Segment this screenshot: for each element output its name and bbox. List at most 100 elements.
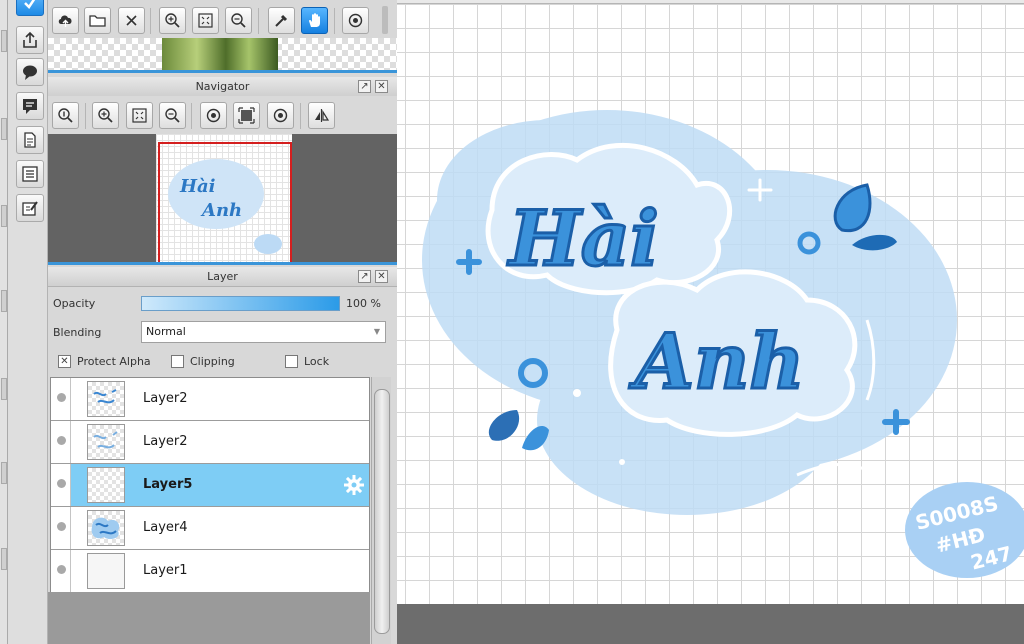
artwork-line1: Hài	[507, 194, 659, 283]
flip-button[interactable]	[308, 102, 335, 129]
layer-row-selected[interactable]: Layer5	[51, 464, 369, 507]
layer-name: Layer5	[143, 477, 193, 492]
panel-divider	[48, 70, 397, 73]
rotate-left-button[interactable]	[200, 102, 227, 129]
eye-icon	[57, 479, 66, 488]
tool-strip-handle[interactable]	[1, 30, 7, 52]
blending-select[interactable]: Normal ▼	[141, 321, 386, 343]
blending-value: Normal	[146, 325, 186, 338]
layer-panel-title: Layer	[207, 270, 238, 283]
upload-button[interactable]	[52, 7, 79, 34]
zoom-out-icon	[231, 13, 246, 28]
layer-thumbnail-art	[93, 431, 118, 449]
brush-select-button[interactable]	[16, 0, 44, 16]
edit-board-icon	[22, 201, 38, 216]
visibility-toggle[interactable]	[51, 507, 71, 549]
layer-row[interactable]: Layer1	[51, 550, 369, 593]
drawing-canvas[interactable]: Hài Anh S0008S #HĐ 247	[397, 0, 1024, 604]
eye-icon	[57, 565, 66, 574]
zoom-actual-icon	[58, 108, 73, 123]
layer-row[interactable]: Layer2	[51, 378, 369, 421]
tool-strip-handle[interactable]	[1, 290, 7, 312]
list-button[interactable]	[16, 160, 44, 188]
layer-thumbnail	[87, 381, 125, 417]
rotate-right-icon	[273, 108, 288, 123]
close-panel-icon[interactable]: ✕	[375, 80, 388, 93]
tool-strip-handle[interactable]	[1, 205, 7, 227]
command-bar	[8, 0, 48, 644]
toolbar-separator	[258, 8, 259, 34]
zoom-actual-button[interactable]	[52, 102, 79, 129]
detach-panel-icon[interactable]: ↗	[358, 270, 371, 283]
zoom-in-icon	[165, 13, 180, 28]
gear-icon[interactable]	[343, 474, 365, 496]
panel-divider	[48, 262, 397, 265]
lock-label: Lock	[304, 355, 330, 368]
tool-strip-handle[interactable]	[1, 118, 7, 140]
edit-board-button[interactable]	[16, 194, 44, 222]
toolbar-separator	[150, 8, 151, 34]
open-folder-button[interactable]	[84, 7, 111, 34]
tool-strip-handle[interactable]	[1, 462, 7, 484]
layer-name: Layer4	[143, 520, 188, 535]
navigator-title: Navigator	[195, 80, 250, 93]
close-panel-icon[interactable]: ✕	[375, 270, 388, 283]
toolbar-separator	[334, 8, 335, 34]
toolbar-separator	[191, 103, 192, 129]
layer-scrollbar[interactable]	[371, 377, 391, 644]
opacity-slider[interactable]	[141, 296, 340, 311]
zoom-out-icon	[165, 108, 180, 123]
opacity-label: Opacity	[53, 297, 96, 310]
nav-zoom-in-button[interactable]	[92, 102, 119, 129]
navigator-view-frame[interactable]	[158, 142, 292, 262]
eyedropper-button[interactable]	[268, 7, 295, 34]
fit-screen-button[interactable]	[192, 7, 219, 34]
navigator-preview[interactable]: Hài Anh	[48, 134, 397, 262]
fit-screen-icon	[132, 108, 147, 123]
close-button[interactable]	[118, 7, 145, 34]
layer-row[interactable]: Layer4	[51, 507, 369, 550]
lock-checkbox[interactable]	[285, 355, 298, 368]
rotate-right-button[interactable]	[267, 102, 294, 129]
document-button[interactable]	[16, 126, 44, 154]
nav-fit-screen-button[interactable]	[126, 102, 153, 129]
canvas-area: Hài Anh S0008S #HĐ 247	[397, 0, 1024, 644]
export-button[interactable]	[16, 26, 44, 54]
layer-thumbnail	[87, 424, 125, 460]
comment-icon	[23, 99, 37, 114]
eye-icon	[57, 393, 66, 402]
upload-cloud-icon	[58, 15, 72, 27]
protect-alpha-label: Protect Alpha	[77, 355, 151, 368]
detach-panel-icon[interactable]: ↗	[358, 80, 371, 93]
rotate-button[interactable]	[342, 7, 369, 34]
layer-thumbnail-art	[91, 517, 120, 539]
speech-bubble-button[interactable]	[16, 58, 44, 86]
artwork: Hài Anh S0008S #HĐ 247	[422, 110, 1024, 578]
opacity-value: 100 %	[346, 297, 381, 310]
zoom-out-button[interactable]	[225, 7, 252, 34]
scrollbar-thumb[interactable]	[374, 389, 390, 634]
visibility-toggle[interactable]	[51, 550, 71, 592]
hand-tool-button[interactable]	[301, 7, 328, 34]
visibility-toggle[interactable]	[51, 464, 71, 506]
layer-row[interactable]: Layer2	[51, 421, 369, 464]
fullscreen-button[interactable]	[233, 102, 260, 129]
visibility-toggle[interactable]	[51, 421, 71, 463]
nav-zoom-out-button[interactable]	[159, 102, 186, 129]
layer-thumbnail	[87, 467, 125, 503]
visibility-toggle[interactable]	[51, 378, 71, 420]
tool-strip-handle[interactable]	[1, 378, 7, 400]
toolbar-separator	[300, 103, 301, 129]
artwork-line2: Anh	[629, 317, 804, 406]
comment-button[interactable]	[16, 92, 44, 120]
layer-name: Layer1	[143, 563, 188, 578]
tool-strip-handle[interactable]	[1, 548, 7, 570]
toolbar-grip[interactable]	[382, 6, 388, 34]
clipping-checkbox[interactable]	[171, 355, 184, 368]
zoom-in-button[interactable]	[159, 7, 186, 34]
protect-alpha-checkbox[interactable]: ✕	[58, 355, 71, 368]
speech-bubble-icon	[23, 65, 37, 80]
close-icon	[126, 15, 137, 26]
layer-thumbnail	[87, 510, 125, 546]
flip-icon	[315, 109, 330, 122]
